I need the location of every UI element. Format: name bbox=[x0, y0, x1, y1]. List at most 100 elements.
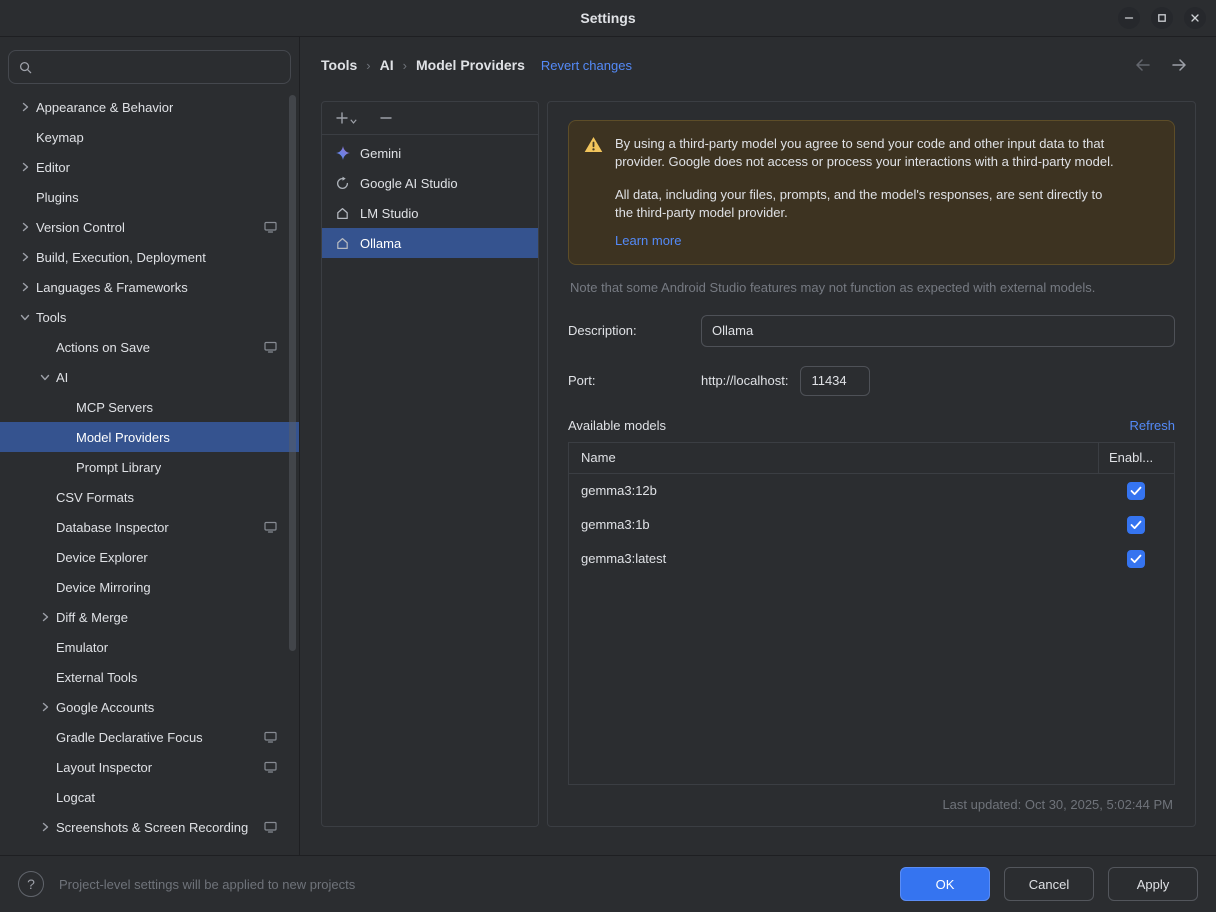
provider-item-gemini[interactable]: Gemini bbox=[322, 138, 538, 168]
sidebar-item-device-explorer[interactable]: Device Explorer bbox=[0, 542, 299, 572]
search-input[interactable] bbox=[40, 59, 281, 76]
provider-item-label: LM Studio bbox=[360, 206, 419, 221]
sidebar-item-build-execution-deployment[interactable]: Build, Execution, Deployment bbox=[0, 242, 299, 272]
sidebar-item-label: Diff & Merge bbox=[56, 610, 128, 625]
port-prefix: http://localhost: bbox=[701, 373, 788, 388]
chevron-right-icon[interactable] bbox=[14, 101, 35, 113]
minimize-icon[interactable] bbox=[1118, 7, 1140, 29]
sidebar-item-label: Gradle Declarative Focus bbox=[56, 730, 203, 745]
sidebar-item-label: Editor bbox=[36, 160, 70, 175]
sidebar-item-label: AI bbox=[56, 370, 68, 385]
sidebar-item-label: Prompt Library bbox=[76, 460, 161, 475]
back-icon[interactable] bbox=[1134, 58, 1151, 72]
model-enabled-checkbox[interactable] bbox=[1127, 516, 1145, 534]
provider-item-label: Gemini bbox=[360, 146, 401, 161]
sidebar-item-layout-inspector[interactable]: Layout Inspector bbox=[0, 752, 299, 782]
sidebar-item-diff-merge[interactable]: Diff & Merge bbox=[0, 602, 299, 632]
sidebar-item-csv-formats[interactable]: CSV Formats bbox=[0, 482, 299, 512]
sidebar-item-label: Plugins bbox=[36, 190, 79, 205]
model-enabled-checkbox[interactable] bbox=[1127, 550, 1145, 568]
remove-provider-icon[interactable] bbox=[379, 111, 393, 125]
sidebar-item-logcat[interactable]: Logcat bbox=[0, 782, 299, 812]
column-header-name: Name bbox=[569, 450, 1098, 465]
sidebar-item-appearance-behavior[interactable]: Appearance & Behavior bbox=[0, 92, 299, 122]
sidebar-item-label: Emulator bbox=[56, 640, 108, 655]
ollama-icon bbox=[334, 236, 351, 251]
ide-settings-icon bbox=[264, 761, 277, 773]
provider-item-ollama[interactable]: Ollama bbox=[322, 228, 538, 258]
apply-button[interactable]: Apply bbox=[1108, 867, 1198, 901]
refresh-link[interactable]: Refresh bbox=[1129, 418, 1175, 433]
settings-tree: Appearance & BehaviorKeymap Editor Plugins… bbox=[0, 90, 299, 842]
forward-icon[interactable] bbox=[1171, 58, 1188, 72]
chevron-down-icon[interactable] bbox=[14, 311, 35, 323]
add-provider-icon[interactable] bbox=[335, 111, 357, 125]
chevron-right-icon[interactable] bbox=[14, 161, 35, 173]
sidebar-item-device-mirroring[interactable]: Device Mirroring bbox=[0, 572, 299, 602]
help-icon[interactable]: ? bbox=[18, 871, 44, 897]
model-name: gemma3:12b bbox=[569, 483, 1098, 498]
third-party-warning-banner: By using a third-party model you agree t… bbox=[568, 120, 1175, 265]
sidebar-item-mcp-servers[interactable]: MCP Servers bbox=[0, 392, 299, 422]
description-input[interactable] bbox=[701, 315, 1175, 347]
sidebar-item-plugins[interactable]: Plugins bbox=[0, 182, 299, 212]
ide-settings-icon bbox=[264, 821, 277, 833]
close-icon[interactable] bbox=[1184, 7, 1206, 29]
maximize-icon[interactable] bbox=[1151, 7, 1173, 29]
model-enabled-cell bbox=[1098, 474, 1174, 508]
model-enabled-checkbox[interactable] bbox=[1127, 482, 1145, 500]
window-title: Settings bbox=[580, 10, 635, 26]
model-name: gemma3:1b bbox=[569, 517, 1098, 532]
sidebar-item-label: External Tools bbox=[56, 670, 137, 685]
sidebar-item-actions-on-save[interactable]: Actions on Save bbox=[0, 332, 299, 362]
breadcrumb-tools[interactable]: Tools bbox=[321, 57, 357, 73]
chevron-right-icon[interactable] bbox=[34, 611, 55, 623]
breadcrumb-ai[interactable]: AI bbox=[380, 57, 394, 73]
footer-note: Project-level settings will be applied t… bbox=[59, 877, 355, 892]
model-enabled-cell bbox=[1098, 542, 1174, 576]
sidebar-scrollbar[interactable] bbox=[289, 95, 296, 651]
sidebar-item-keymap[interactable]: Keymap bbox=[0, 122, 299, 152]
chevron-right-icon[interactable] bbox=[14, 251, 35, 263]
sidebar-item-prompt-library[interactable]: Prompt Library bbox=[0, 452, 299, 482]
learn-more-link[interactable]: Learn more bbox=[615, 233, 681, 248]
sidebar-item-ai[interactable]: AI bbox=[0, 362, 299, 392]
chevron-right-icon[interactable] bbox=[14, 281, 35, 293]
sidebar-item-google-accounts[interactable]: Google Accounts bbox=[0, 692, 299, 722]
window-controls bbox=[1118, 7, 1206, 29]
sidebar-item-label: Build, Execution, Deployment bbox=[36, 250, 206, 265]
sidebar-item-model-providers[interactable]: Model Providers bbox=[0, 422, 299, 452]
provider-item-lm-studio[interactable]: LM Studio bbox=[322, 198, 538, 228]
model-enabled-cell bbox=[1098, 508, 1174, 542]
sidebar-item-tools[interactable]: Tools bbox=[0, 302, 299, 332]
breadcrumb-model-providers: Model Providers bbox=[416, 57, 525, 73]
warning-text-2: All data, including your files, prompts,… bbox=[615, 186, 1120, 223]
cancel-button[interactable]: Cancel bbox=[1004, 867, 1094, 901]
ok-button[interactable]: OK bbox=[900, 867, 990, 901]
sidebar-item-languages-frameworks[interactable]: Languages & Frameworks bbox=[0, 272, 299, 302]
description-label: Description: bbox=[568, 323, 701, 338]
chevron-right-icon[interactable] bbox=[34, 821, 55, 833]
providers-toolbar bbox=[322, 102, 538, 135]
sidebar-item-external-tools[interactable]: External Tools bbox=[0, 662, 299, 692]
chevron-down-icon[interactable] bbox=[34, 371, 55, 383]
sidebar-item-version-control[interactable]: Version Control bbox=[0, 212, 299, 242]
sidebar-item-label: CSV Formats bbox=[56, 490, 134, 505]
footer-bar: ? Project-level settings will be applied… bbox=[0, 855, 1216, 912]
sidebar-item-editor[interactable]: Editor bbox=[0, 152, 299, 182]
sidebar-item-gradle-declarative-focus[interactable]: Gradle Declarative Focus bbox=[0, 722, 299, 752]
provider-detail-panel: By using a third-party model you agree t… bbox=[547, 101, 1196, 827]
footer-buttons: OK Cancel Apply bbox=[900, 867, 1198, 901]
search-box[interactable] bbox=[8, 50, 291, 84]
sidebar-item-emulator[interactable]: Emulator bbox=[0, 632, 299, 662]
chevron-right-icon[interactable] bbox=[14, 221, 35, 233]
chevron-right-icon[interactable] bbox=[34, 701, 55, 713]
provider-item-google-ai-studio[interactable]: Google AI Studio bbox=[322, 168, 538, 198]
sidebar-item-database-inspector[interactable]: Database Inspector bbox=[0, 512, 299, 542]
revert-changes-link[interactable]: Revert changes bbox=[541, 58, 632, 73]
sidebar-item-screenshots-screen-recording[interactable]: Screenshots & Screen Recording bbox=[0, 812, 299, 842]
models-table-header: Name Enabl... bbox=[569, 443, 1174, 474]
sidebar-item-label: Database Inspector bbox=[56, 520, 169, 535]
search-icon bbox=[18, 60, 33, 75]
port-input[interactable] bbox=[800, 366, 870, 396]
